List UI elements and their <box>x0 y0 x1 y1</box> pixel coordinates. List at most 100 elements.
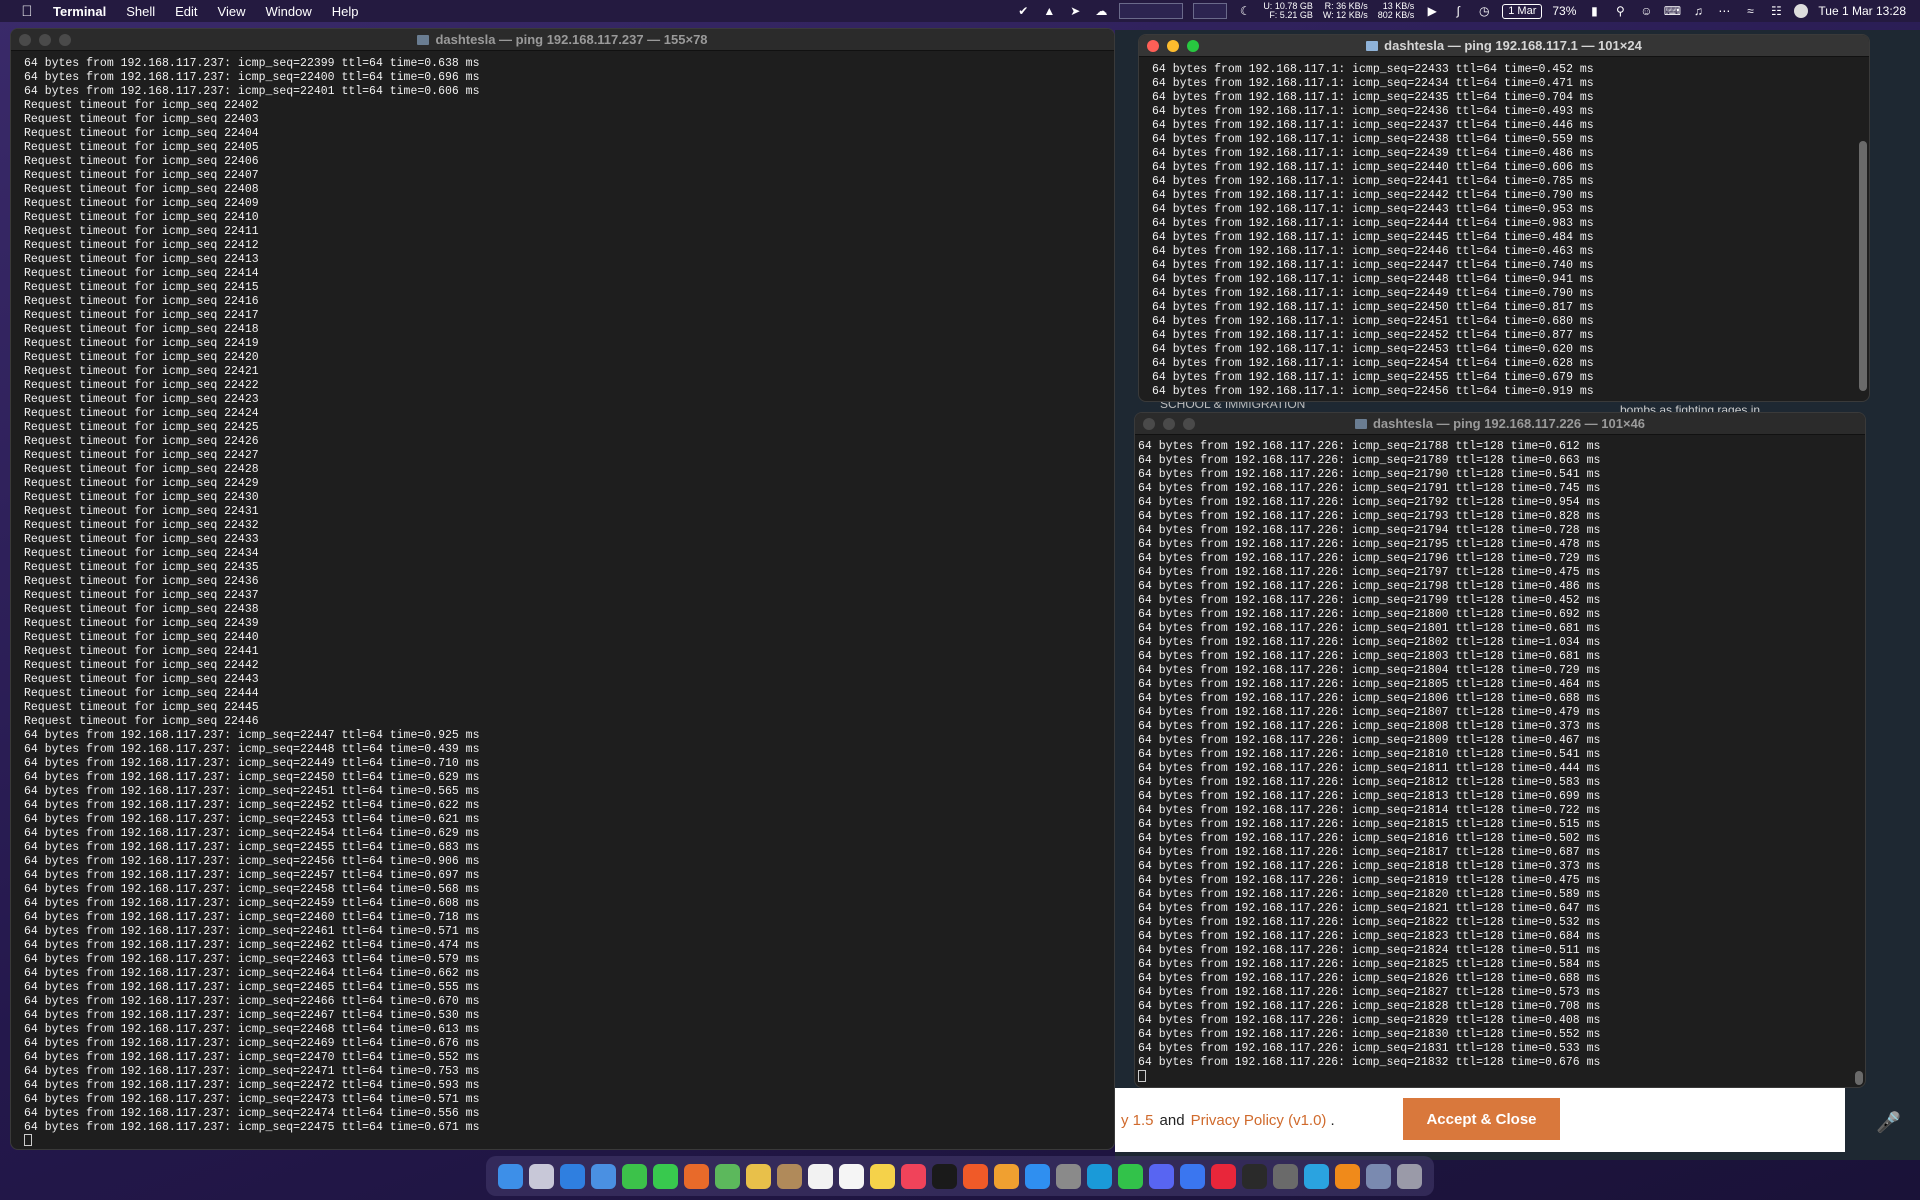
disk-stats[interactable]: U: 10.78 GB F: 5.21 GB <box>1263 2 1313 20</box>
telegram-icon[interactable] <box>1304 1163 1329 1189</box>
microphone-icon[interactable]: 🎤 <box>1876 1110 1901 1135</box>
vlc-icon[interactable] <box>1335 1163 1360 1189</box>
terminal-titlebar-bottom-right[interactable]: dashtesla — ping 192.168.117.226 — 101×4… <box>1135 413 1865 435</box>
terminal-line: 64 bytes from 192.168.117.1: icmp_seq=22… <box>1152 287 1594 300</box>
calendar-icon[interactable] <box>808 1163 833 1189</box>
vlc-cone-icon[interactable]: ▲ <box>1041 4 1057 18</box>
shortcut-check-icon[interactable]: ✔ <box>1015 4 1031 18</box>
terminal-titlebar-top-right[interactable]: dashtesla — ping 192.168.117.1 — 101×24 <box>1139 35 1869 57</box>
mail-icon[interactable] <box>591 1163 616 1189</box>
terminal-line: Request timeout for icmp_seq 22415 <box>24 281 259 294</box>
minimize-button[interactable] <box>39 34 51 46</box>
search-icon[interactable]: ⚲ <box>1612 4 1628 18</box>
bluetooth-icon[interactable]: ∫ <box>1450 4 1466 18</box>
terminal-output-left[interactable]: 64 bytes from 192.168.117.237: icmp_seq=… <box>11 57 1114 1135</box>
brave-icon[interactable] <box>963 1163 988 1189</box>
terminal-titlebar-left[interactable]: dashtesla — ping 192.168.117.237 — 155×7… <box>11 29 1114 51</box>
zoom-button[interactable] <box>59 34 71 46</box>
time-machine-icon[interactable]: ◷ <box>1476 4 1492 18</box>
skype-icon[interactable] <box>1087 1163 1112 1189</box>
trash-icon[interactable] <box>1397 1163 1422 1189</box>
finder-icon[interactable] <box>498 1163 523 1189</box>
pages-icon[interactable] <box>994 1163 1019 1189</box>
minimize-button[interactable] <box>1163 418 1175 430</box>
terminal-window-top-right[interactable]: dashtesla — ping 192.168.117.1 — 101×24 … <box>1138 34 1870 402</box>
zoom-button[interactable] <box>1183 418 1195 430</box>
dots-icon[interactable]: ⋯ <box>1716 4 1732 18</box>
maps-icon[interactable] <box>715 1163 740 1189</box>
accept-close-button[interactable]: Accept & Close <box>1403 1098 1560 1140</box>
facetime-icon[interactable] <box>622 1163 647 1189</box>
user-icon[interactable]: ☺ <box>1638 4 1654 18</box>
scrollbar-thumb[interactable] <box>1859 141 1867 391</box>
terminal-prompt-bottom-right[interactable] <box>1135 1069 1146 1083</box>
clock[interactable]: Tue 1 Mar 13:28 <box>1818 4 1906 18</box>
terminal-line: 64 bytes from 192.168.117.226: icmp_seq=… <box>1138 664 1601 677</box>
menu-shell[interactable]: Shell <box>126 4 155 19</box>
terminal-line: 64 bytes from 192.168.117.226: icmp_seq=… <box>1138 678 1601 691</box>
menu-view[interactable]: View <box>218 4 246 19</box>
battery-icon[interactable]: ▮ <box>1586 4 1602 18</box>
siri-icon[interactable] <box>1794 4 1809 18</box>
safari-icon[interactable] <box>560 1163 585 1189</box>
terminal-window-bottom-right[interactable]: dashtesla — ping 192.168.117.226 — 101×4… <box>1134 412 1866 1088</box>
terminal-line: 64 bytes from 192.168.117.237: icmp_seq=… <box>24 967 480 980</box>
close-button[interactable] <box>19 34 31 46</box>
terminal-line: Request timeout for icmp_seq 22418 <box>24 323 259 336</box>
system-preferences-icon[interactable] <box>1056 1163 1081 1189</box>
launchpad-icon[interactable] <box>529 1163 554 1189</box>
telegram-icon[interactable]: ➤ <box>1067 4 1083 18</box>
terminal-output-bottom-right[interactable]: 64 bytes from 192.168.117.226: icmp_seq=… <box>1135 440 1865 1070</box>
terminal-line: 64 bytes from 192.168.117.226: icmp_seq=… <box>1138 874 1601 887</box>
tv-icon[interactable] <box>932 1163 957 1189</box>
menu-window[interactable]: Window <box>266 4 312 19</box>
network-speed[interactable]: 13 KB/s 802 KB/s <box>1378 2 1415 20</box>
menu-app-name[interactable]: Terminal <box>53 4 106 19</box>
minimize-button[interactable] <box>1167 40 1179 52</box>
menu-bar:  Terminal Shell Edit View Window Help ✔… <box>0 0 1920 22</box>
cpu-graph[interactable] <box>1119 3 1184 19</box>
preview-icon[interactable] <box>1366 1163 1391 1189</box>
wifi-icon[interactable]: ≈ <box>1742 4 1758 18</box>
app-store-icon[interactable] <box>1025 1163 1050 1189</box>
firefox-icon[interactable] <box>684 1163 709 1189</box>
terminal-prompt-left[interactable] <box>11 1133 32 1147</box>
zoom-button[interactable] <box>1187 40 1199 52</box>
moon-icon[interactable]: ☾ <box>1237 4 1253 18</box>
terminal-line: 64 bytes from 192.168.117.237: icmp_seq=… <box>24 897 480 910</box>
terminal-icon[interactable] <box>1242 1163 1267 1189</box>
music-icon[interactable] <box>901 1163 926 1189</box>
archive-icon[interactable] <box>777 1163 802 1189</box>
privacy-policy-link[interactable]: Privacy Policy (v1.0) <box>1191 1112 1327 1129</box>
menu-help[interactable]: Help <box>332 4 359 19</box>
net-stats[interactable]: R: 36 KB/s W: 12 KB/s <box>1323 2 1368 20</box>
menu-edit[interactable]: Edit <box>175 4 197 19</box>
terminal-window-left[interactable]: dashtesla — ping 192.168.117.237 — 155×7… <box>10 28 1115 1150</box>
close-button[interactable] <box>1147 40 1159 52</box>
discord-icon[interactable] <box>1149 1163 1174 1189</box>
apple-menu-icon[interactable]:  <box>19 3 35 20</box>
scrollbar-thumb[interactable] <box>1855 1071 1863 1085</box>
battery-percent[interactable]: 73% <box>1552 4 1576 18</box>
reminders-icon[interactable] <box>839 1163 864 1189</box>
whatsapp-icon[interactable] <box>1118 1163 1143 1189</box>
signal-icon[interactable] <box>1180 1163 1205 1189</box>
control-center-icon[interactable]: ☷ <box>1768 4 1784 18</box>
keyboard-icon[interactable]: ⌨ <box>1664 4 1681 18</box>
window-title: dashtesla — ping 192.168.117.226 — 101×4… <box>1372 416 1646 431</box>
calculator-icon[interactable] <box>1273 1163 1298 1189</box>
photos-icon[interactable] <box>746 1163 771 1189</box>
play-icon[interactable]: ▶ <box>1424 4 1440 18</box>
headphones-icon[interactable]: ♫ <box>1690 4 1706 18</box>
terminal-line: 64 bytes from 192.168.117.237: icmp_seq=… <box>24 85 480 98</box>
terminal-output-top-right[interactable]: 64 bytes from 192.168.117.1: icmp_seq=22… <box>1139 63 1869 399</box>
date-badge[interactable]: 1 Mar <box>1502 3 1543 19</box>
notes-icon[interactable] <box>870 1163 895 1189</box>
close-button[interactable] <box>1143 418 1155 430</box>
cloud-icon[interactable]: ☁ <box>1093 4 1109 18</box>
memory-graph[interactable] <box>1193 3 1228 19</box>
terms-link-fragment[interactable]: y 1.5 <box>1121 1112 1154 1129</box>
terminal-line: Request timeout for icmp_seq 22427 <box>24 449 259 462</box>
opera-icon[interactable] <box>1211 1163 1236 1189</box>
messages-icon[interactable] <box>653 1163 678 1189</box>
